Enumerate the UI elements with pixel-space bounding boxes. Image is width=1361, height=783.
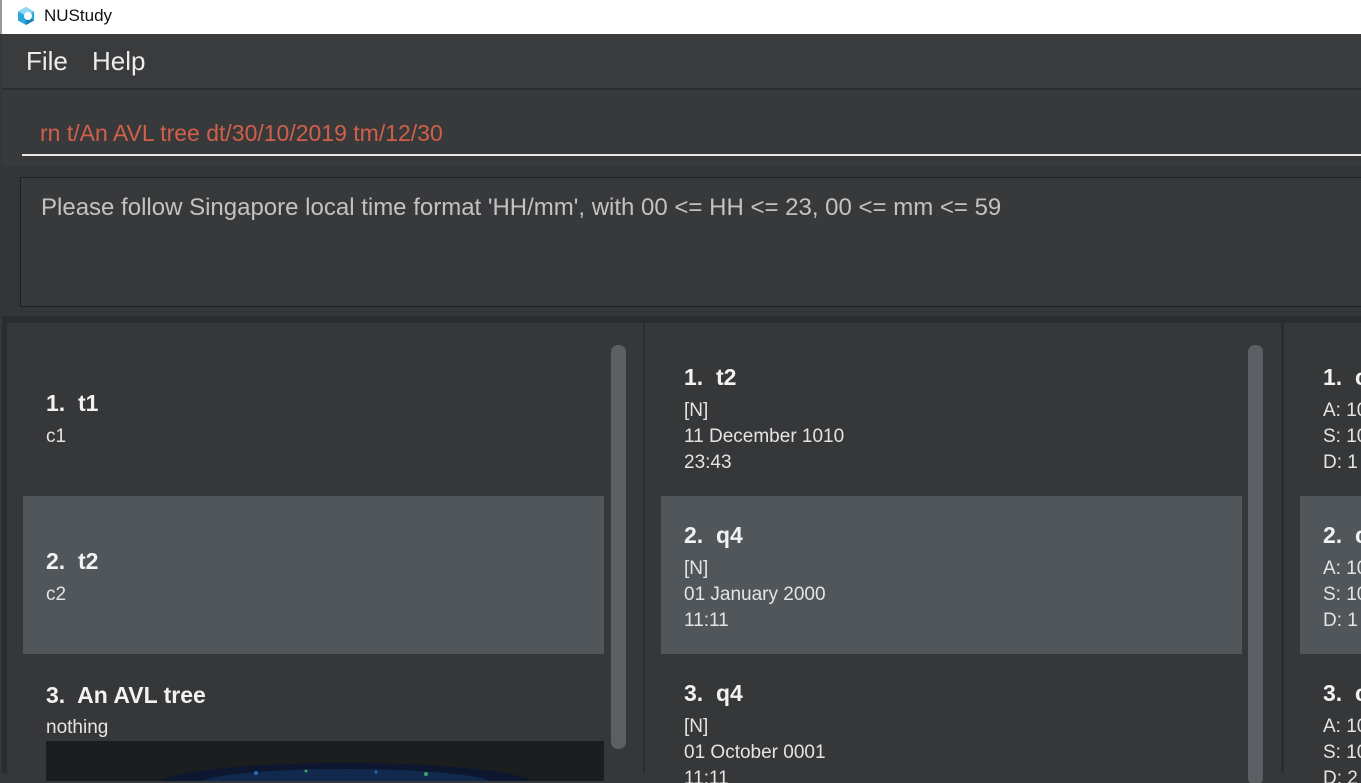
question-index: 3.	[46, 682, 66, 708]
stats-d: D: 2	[1323, 768, 1358, 783]
stats-card[interactable]: 3. c A: 10 S: 10 D: 2	[1300, 654, 1361, 783]
command-input[interactable]	[22, 112, 1361, 156]
window-title-bar: NUStudy	[0, 0, 1361, 34]
window-title: NUStudy	[44, 6, 113, 25]
result-box: Please follow Singapore local time forma…	[20, 177, 1361, 307]
stats-title-3: 3. c	[1323, 680, 1361, 707]
stats-index: 1.	[1323, 364, 1343, 390]
quiz-index: 1.	[684, 364, 704, 390]
quiz-index: 2.	[684, 522, 704, 548]
stats-d: D: 1	[1323, 610, 1358, 631]
stats-card[interactable]: 2. c A: 10 S: 10 D: 1	[1300, 496, 1361, 654]
quiz-title-text: q4	[715, 522, 743, 548]
question-title-1: 1. t1	[46, 390, 98, 417]
question-answer: c1	[46, 426, 67, 447]
stats-s: S: 10	[1323, 426, 1361, 447]
quiz-title-text: q4	[715, 680, 743, 706]
nustudy-logo-icon	[18, 7, 34, 25]
question-answer: c2	[46, 584, 67, 605]
question-index: 2.	[46, 548, 66, 574]
question-card[interactable]: 2. t2 c2	[23, 496, 604, 654]
question-list-panel: 1. t1 c1 2. t2 c2 3. An AVL tree nothing	[7, 323, 643, 783]
question-title-3: 3. An AVL tree	[46, 682, 206, 709]
stats-title-text: c	[1355, 364, 1361, 390]
result-display: Please follow Singapore local time forma…	[2, 166, 1361, 316]
question-image	[46, 741, 604, 781]
stats-a: A: 10	[1323, 400, 1361, 421]
command-box	[2, 89, 1361, 166]
quiz-time: 11:11	[684, 768, 729, 783]
question-title-text: t1	[77, 390, 99, 416]
quiz-list-panel: 1. t2 [N] 11 December 1010 23:43 2. q4 […	[645, 323, 1281, 783]
stats-a: A: 10	[1323, 558, 1361, 579]
question-card[interactable]: 3. An AVL tree nothing	[23, 654, 604, 783]
quiz-status: [N]	[684, 716, 709, 737]
question-answer: nothing	[46, 717, 109, 738]
question-title-text: An AVL tree	[77, 682, 206, 708]
quiz-card[interactable]: 3. q4 [N] 01 October 0001 11:11	[661, 654, 1242, 783]
quiz-card[interactable]: 2. q4 [N] 01 January 2000 11:11	[661, 496, 1242, 654]
lists-area: 1. t1 c1 2. t2 c2 3. An AVL tree nothing	[2, 316, 1361, 783]
quiz-status: [N]	[684, 558, 709, 579]
menu-help[interactable]: Help	[92, 46, 145, 77]
quiz-title-text: t2	[715, 364, 737, 390]
stats-title-1: 1. c	[1323, 364, 1361, 391]
quiz-list-scrollbar[interactable]	[1248, 345, 1263, 783]
stats-index: 2.	[1323, 522, 1343, 548]
quiz-time: 23:43	[684, 452, 732, 473]
quiz-card[interactable]: 1. t2 [N] 11 December 1010 23:43	[661, 338, 1242, 496]
stats-title-2: 2. c	[1323, 522, 1361, 549]
stats-title-text: c	[1355, 680, 1361, 706]
quiz-date: 11 December 1010	[684, 426, 845, 447]
quiz-title-2: 2. q4	[684, 522, 743, 549]
stats-s: S: 10	[1323, 584, 1361, 605]
quiz-date: 01 January 2000	[684, 584, 826, 605]
question-index: 1.	[46, 390, 66, 416]
menu-bar: File Help	[2, 34, 1361, 89]
quiz-status: [N]	[684, 400, 709, 421]
stats-title-text: c	[1355, 522, 1361, 548]
stats-a: A: 10	[1323, 716, 1361, 737]
question-list-scrollbar[interactable]	[611, 345, 626, 749]
result-message: Please follow Singapore local time forma…	[41, 194, 1002, 221]
quiz-time: 11:11	[684, 610, 729, 631]
question-title-text: t2	[77, 548, 99, 574]
question-title-2: 2. t2	[46, 548, 98, 575]
stats-d: D: 1	[1323, 452, 1358, 473]
quiz-title-3: 3. q4	[684, 680, 743, 707]
quiz-title-1: 1. t2	[684, 364, 736, 391]
stats-list-panel: 1. c A: 10 S: 10 D: 1 2. c A: 10 S: 10 D…	[1284, 323, 1361, 783]
stats-s: S: 10	[1323, 742, 1361, 763]
quiz-date: 01 October 0001	[684, 742, 826, 763]
stats-card[interactable]: 1. c A: 10 S: 10 D: 1	[1300, 338, 1361, 496]
quiz-index: 3.	[684, 680, 704, 706]
menu-file[interactable]: File	[26, 46, 68, 77]
stats-index: 3.	[1323, 680, 1343, 706]
question-card[interactable]: 1. t1 c1	[23, 338, 604, 496]
